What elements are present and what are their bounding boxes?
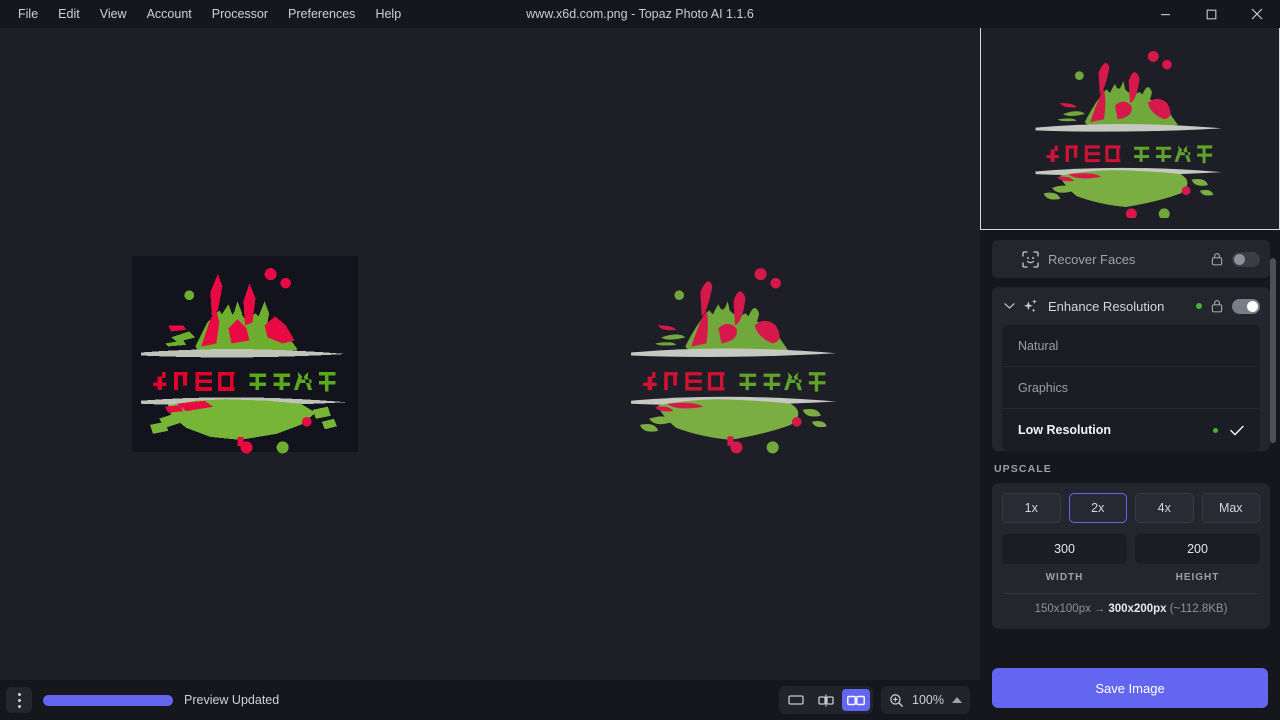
view-mode-single[interactable] [782,689,810,711]
view-mode-group [779,686,873,714]
zoom-in-icon [889,693,904,708]
view-mode-split[interactable] [812,689,840,711]
arrow-icon: → [1091,603,1109,615]
dimension-row: 300 WIDTH 200 HEIGHT [1002,534,1260,583]
panel-scrollbar[interactable] [1270,258,1276,443]
upscale-factor-2x[interactable]: 2x [1069,493,1128,523]
preview-thumbnail[interactable] [980,28,1280,230]
menu-item-account[interactable]: Account [137,0,202,28]
progress-bar [43,695,173,706]
source-size: 150x100px [1035,603,1091,615]
height-input[interactable]: 200 [1135,534,1260,564]
check-icon [1230,425,1244,436]
app-window: File Edit View Account Processor Prefere… [0,0,1280,720]
zoom-control[interactable]: 100% [881,686,970,714]
zoom-level-value: 100% [911,693,945,707]
title-bar: File Edit View Account Processor Prefere… [0,0,1280,28]
caret-up-icon[interactable] [952,697,962,703]
view-mode-side-by-side[interactable] [842,689,870,711]
sparkles-icon [1019,298,1041,315]
model-label: Graphics [1018,381,1244,395]
menu-item-view[interactable]: View [90,0,137,28]
width-input[interactable]: 300 [1002,534,1127,564]
width-label: WIDTH [1002,572,1127,583]
window-controls [1142,0,1280,28]
right-panel: Recover Faces [980,28,1280,720]
filter-recover-faces[interactable]: Recover Faces [992,240,1270,278]
lock-icon[interactable] [1211,299,1223,313]
filter-label-recover-faces: Recover Faces [1048,252,1211,267]
image-canvas[interactable] [0,28,980,680]
upscale-section-title: UPSCALE [994,463,1270,475]
minimize-button[interactable] [1142,0,1188,28]
toggle-enhance-resolution[interactable] [1232,299,1260,314]
filter-label-enhance-resolution: Enhance Resolution [1048,299,1196,314]
model-status-dot [1213,428,1218,433]
maximize-icon [1206,9,1217,20]
upscale-factor-group: 1x 2x 4x Max [1002,493,1260,523]
file-size: (~112.8KB) [1170,603,1228,615]
size-summary: 150x100px→300x200px (~112.8KB) [1002,594,1260,619]
upscale-card: 1x 2x 4x Max 300 WIDTH 200 HEIGHT [992,483,1270,629]
model-list: Natural Graphics Low Resolution [1002,325,1260,451]
minimize-icon [1160,9,1171,20]
toggle-recover-faces[interactable] [1232,252,1260,267]
side-by-side-icon [847,695,865,706]
menu-item-preferences[interactable]: Preferences [278,0,365,28]
upscale-factor-1x[interactable]: 1x [1002,493,1061,523]
chevron-down-icon[interactable] [1002,302,1016,310]
menu-item-file[interactable]: File [8,0,48,28]
status-dot-enhance-resolution [1196,303,1202,309]
face-detect-icon [1019,251,1041,268]
split-pane-icon [818,694,834,707]
status-bar: Preview Updated [0,680,980,720]
view-tools: 100% [779,686,970,714]
settings-scroll-area[interactable]: Recover Faces [980,230,1280,658]
model-label: Natural [1018,339,1244,353]
menu-bar: File Edit View Account Processor Prefere… [0,0,411,28]
thumbnail-image [1014,40,1246,218]
single-pane-icon [788,694,804,706]
original-image[interactable] [132,254,358,454]
save-area: Save Image [980,658,1280,720]
status-message: Preview Updated [184,693,279,707]
close-button[interactable] [1234,0,1280,28]
save-image-button[interactable]: Save Image [992,668,1268,708]
kebab-menu-icon[interactable] [6,687,32,713]
height-label: HEIGHT [1135,572,1260,583]
close-icon [1251,8,1263,20]
target-size: 300x200px [1108,603,1166,615]
model-item-low-resolution[interactable]: Low Resolution [1002,409,1260,451]
model-item-graphics[interactable]: Graphics [1002,367,1260,409]
model-item-natural[interactable]: Natural [1002,325,1260,367]
maximize-button[interactable] [1188,0,1234,28]
model-label: Low Resolution [1018,423,1213,437]
lock-icon[interactable] [1211,252,1223,266]
upscale-factor-4x[interactable]: 4x [1135,493,1194,523]
menu-item-processor[interactable]: Processor [202,0,278,28]
enhanced-image[interactable] [622,254,848,454]
menu-item-edit[interactable]: Edit [48,0,90,28]
upscale-factor-max[interactable]: Max [1202,493,1261,523]
filter-enhance-resolution[interactable]: Enhance Resolution Natural [992,287,1270,451]
menu-item-help[interactable]: Help [365,0,411,28]
